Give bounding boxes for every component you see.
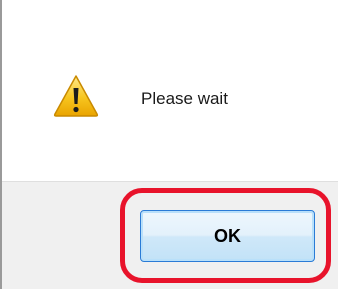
ok-button[interactable]: OK: [140, 210, 315, 262]
warning-icon: [53, 75, 99, 117]
dialog-content: Please wait: [2, 0, 338, 181]
dialog-message: Please wait: [141, 89, 228, 108]
message-dialog: Please wait OK: [0, 0, 338, 289]
ok-button-label: OK: [214, 225, 241, 246]
